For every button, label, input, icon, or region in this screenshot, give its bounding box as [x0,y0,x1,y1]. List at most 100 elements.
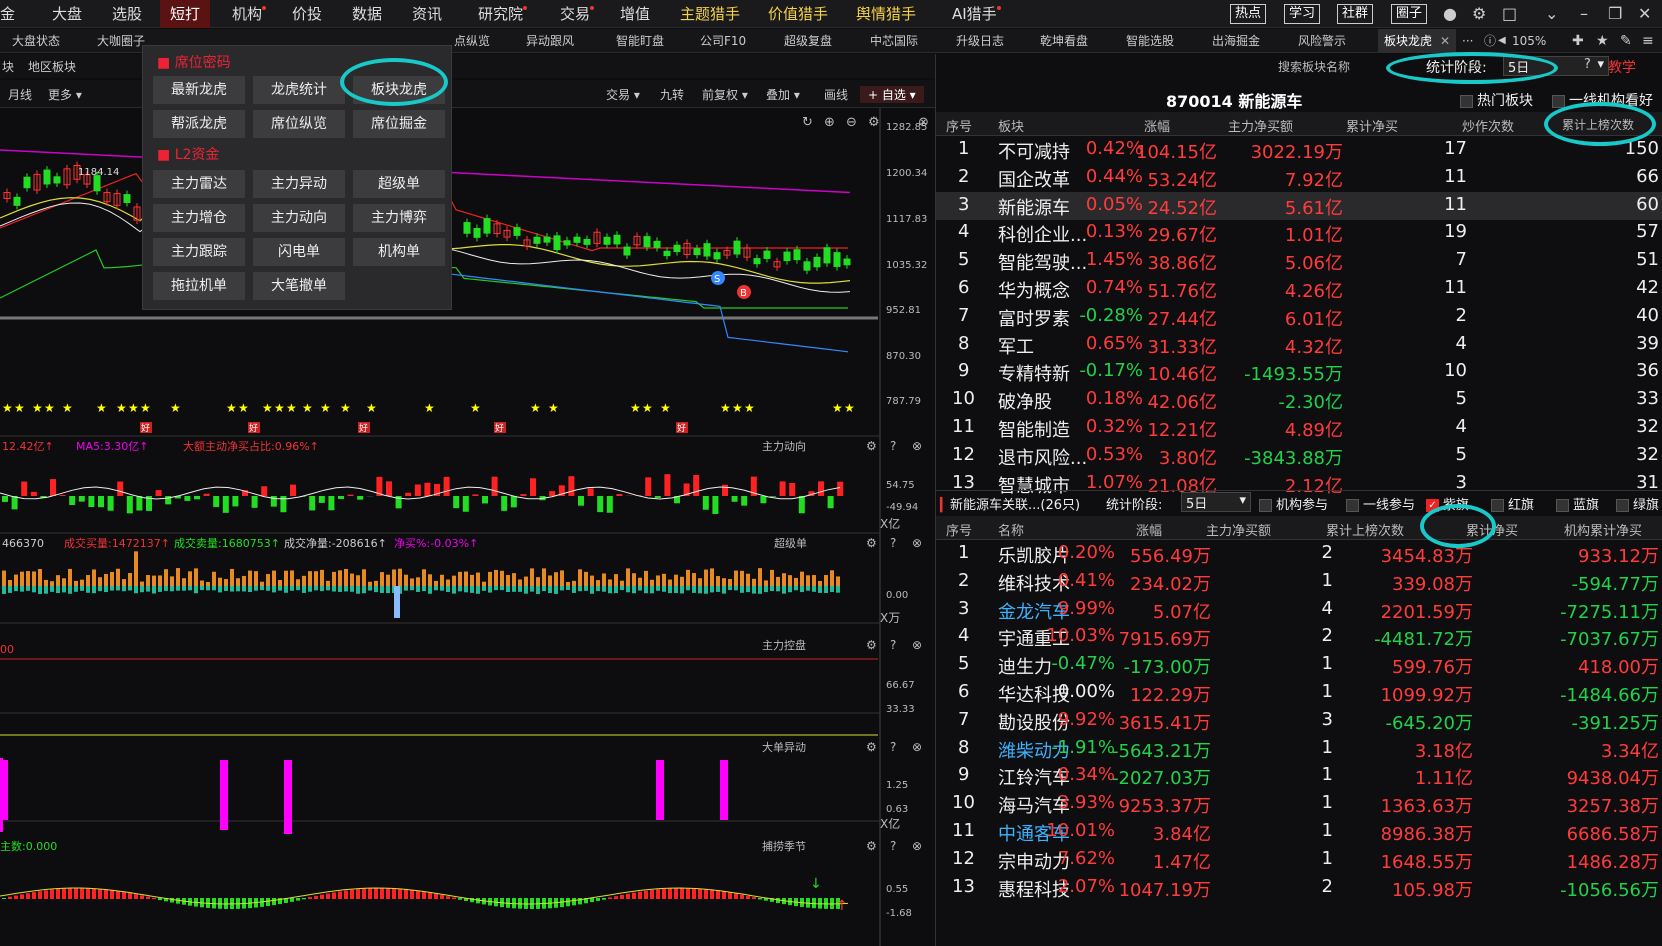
close-icon[interactable]: ⊗ [912,839,922,853]
column-header[interactable]: 机构累计净买 [1564,520,1642,539]
chevron-left-icon[interactable]: ◀ [1498,29,1506,53]
popup-menu-button[interactable]: 龙虎统计 [253,76,345,104]
function-tab[interactable]: 大盘状态 [6,29,66,53]
sub-period-select[interactable]: 5日 ▾ [1181,492,1251,512]
window-icon[interactable]: □ [1502,0,1517,28]
popup-menu-button[interactable]: 席位掘金 [353,110,445,138]
sector-row[interactable]: 4 科创企业... 0.13% 29.67亿 1.01亿 19 57 [936,219,1662,247]
stock-row[interactable]: 6 华达科技 0.00% 122.29万 1 1099.92万 -1484.66万 [936,679,1662,707]
gear-icon[interactable]: ⚙ [866,839,877,853]
popup-menu-button[interactable]: 闪电单 [253,238,345,266]
column-header[interactable]: 名称 [998,520,1024,539]
column-header[interactable]: 累计上榜次数 [1326,520,1404,539]
help-icon[interactable]: ? [890,638,896,652]
minimize-icon[interactable]: – [1580,0,1588,28]
restore-icon[interactable]: ❐ [1608,0,1622,28]
kline-chart-area[interactable]: 1282.851200.341117.831035.32952.81870.30… [0,108,935,946]
toolbar-button[interactable]: 叠加 ▾ [766,86,800,103]
menu-item[interactable]: 机构 [232,0,267,28]
toolbar-button[interactable]: 交易 ▾ [606,86,640,103]
popup-menu-button[interactable]: 席位纵览 [253,110,345,138]
sector-tab-fragment[interactable]: 块 [2,58,14,75]
popup-menu-button[interactable]: 帮派龙虎 [153,110,245,138]
toolbar-button[interactable]: 前复权 ▾ [702,86,748,103]
close-icon[interactable]: ⊗ [912,439,922,453]
help-icon[interactable]: ? [890,439,896,453]
menu-tag-button[interactable]: 学习 [1284,4,1321,24]
star-icon[interactable]: ★ [1596,29,1609,53]
hot-sector-checkbox[interactable]: 热门板块 [1460,90,1533,110]
popup-menu-button[interactable]: 拖拉机单 [153,272,245,300]
region-sector-tab[interactable]: 地区板块 [28,58,76,75]
toolbar-button[interactable]: 画线 [824,86,848,103]
flag-checkbox[interactable]: 机构参与 [1259,494,1328,513]
sector-row[interactable]: 10 破净股 0.18% 42.06亿 -2.30亿 5 33 [936,386,1662,414]
toolbar-button[interactable]: 九转 [660,86,684,103]
function-tab[interactable]: 中芯国际 [864,29,924,53]
sector-row[interactable]: 6 华为概念 0.74% 51.76亿 4.26亿 11 42 [936,275,1662,303]
tutorial-link[interactable]: 教学 [1608,57,1636,77]
edit-icon[interactable]: ✎ [1620,29,1632,53]
popup-menu-button[interactable]: 主力增仓 [153,204,245,232]
flag-checkbox[interactable]: 一线参与 [1346,494,1415,513]
stock-row[interactable]: 8 潍柴动力 -1.91% -5643.21万 1 3.18亿 3.34亿 [936,735,1662,763]
column-header[interactable]: 序号 [946,116,972,135]
function-tab[interactable]: 风险警示 [1292,29,1352,53]
gear-icon[interactable]: ⚙ [866,740,877,754]
more-icon[interactable]: ··· [1462,29,1473,53]
stock-row[interactable]: 12 宗申动力 7.62% 1.47亿 1 1648.55万 1486.28万 [936,846,1662,874]
toolbar-button[interactable]: 更多 ▾ [48,86,82,103]
stock-row[interactable]: 2 维科技术 0.41% 234.02万 1 339.08万 -594.77万 [936,568,1662,596]
menu-icon[interactable]: ≡ [1642,29,1654,53]
function-tab[interactable]: 板块龙虎 ✕ [1378,29,1457,53]
column-header[interactable]: 炒作次数 [1462,116,1514,135]
column-header[interactable]: 板块 [998,116,1024,135]
function-tab[interactable]: 点纵览 [448,29,496,53]
sector-row[interactable]: 3 新能源车 0.05% 24.52亿 5.61亿 11 60 [936,191,1662,220]
plus-icon[interactable]: ✚ [1572,29,1584,53]
menu-item[interactable]: 资讯 [412,0,442,28]
popup-menu-button[interactable]: 最新龙虎 [153,76,245,104]
close-icon[interactable]: ⊗ [912,638,922,652]
flag-checkbox[interactable]: 红旗 [1491,494,1534,513]
close-icon[interactable]: ⊗ [918,115,929,130]
refresh-icon[interactable]: ↻ [802,115,813,130]
popup-menu-button[interactable]: 主力雷达 [153,170,245,198]
function-tab[interactable]: 出海掘金 [1206,29,1266,53]
chevron-down-icon[interactable]: ⌄ [1545,0,1558,28]
help-icon[interactable]: ? [890,839,896,853]
menu-item[interactable]: 研究院 [478,0,528,28]
menu-item[interactable]: 金 [0,0,15,28]
popup-menu-button[interactable]: 机构单 [353,238,445,266]
popup-menu-button[interactable]: 主力跟踪 [153,238,245,266]
menu-item[interactable]: 价投 [292,0,322,28]
help-icon[interactable]: ? [890,536,896,550]
sector-row[interactable]: 11 智能制造 0.32% 12.21亿 4.89亿 4 32 [936,414,1662,442]
column-header[interactable]: 主力净买额 [1228,116,1293,135]
gear-icon[interactable]: ⚙ [866,536,877,550]
column-header[interactable]: 主力净买额 [1206,520,1271,539]
flag-checkbox[interactable]: 绿旗 [1616,494,1659,513]
menu-item[interactable]: 主题猎手 [680,0,740,28]
sector-row[interactable]: 12 退市风险... 0.53% 3.80亿 -3843.88万 5 32 [936,442,1662,470]
stock-row[interactable]: 7 勘设股份 9.92% 3615.41万 3 -645.20万 -391.25万 [936,707,1662,735]
function-tab[interactable]: 超级复盘 [778,29,838,53]
menu-item[interactable]: 选股 [112,0,142,28]
menu-tag-button[interactable]: 社群 [1337,4,1374,24]
user-icon[interactable]: ● [1443,0,1457,28]
column-header[interactable]: 涨幅 [1144,116,1170,135]
function-tab[interactable]: 异动跟风 [520,29,580,53]
flag-checkbox[interactable]: 蓝旗 [1556,494,1599,513]
gear-icon[interactable]: ⚙ [1472,0,1486,28]
help-icon[interactable]: ? [890,740,896,754]
stock-row[interactable]: 11 中通客车 10.01% 3.84亿 1 8986.38万 6686.58万 [936,818,1662,846]
sector-row[interactable]: 5 智能驾驶... 1.45% 38.86亿 5.06亿 7 51 [936,247,1662,275]
close-icon[interactable]: ✕ [1638,0,1651,28]
stock-row[interactable]: 10 海马汽车 3.93% 9253.37万 1 1363.63万 3257.38万 [936,790,1662,818]
menu-item[interactable]: 增值 [620,0,650,28]
function-tab[interactable]: 智能盯盘 [610,29,670,53]
sector-row[interactable]: 1 不可减持 0.42% 104.15亿 3022.19万 17 150 [936,136,1662,164]
stock-row[interactable]: 3 金龙汽车 9.99% 5.07亿 4 2201.59万 -7275.11万 [936,596,1662,624]
popup-menu-button[interactable]: 主力博弈 [353,204,445,232]
stock-row[interactable]: 13 惠程科技 2.07% 1047.19万 2 105.98万 -1056.56万 [936,874,1662,902]
